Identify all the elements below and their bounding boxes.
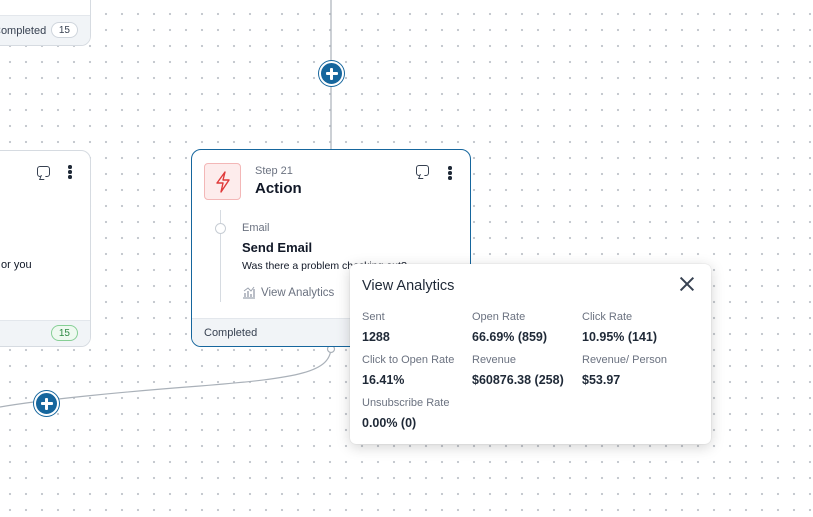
step-title: Action (255, 180, 302, 197)
metric-label-open-rate: Open Rate (472, 311, 526, 323)
popover-title: View Analytics (362, 278, 455, 294)
metric-value-unsubscribe-rate: 0.00% (0) (362, 416, 417, 430)
view-analytics-label: View Analytics (261, 286, 335, 299)
card-status-label: Completed (0, 24, 47, 37)
add-step-button-branch[interactable] (34, 391, 59, 416)
metric-value-click-to-open: 16.41% (362, 373, 405, 387)
metric-label-sent: Sent (362, 311, 385, 323)
workflow-step-card-left[interactable]: or you 15 (0, 150, 91, 347)
close-icon[interactable] (679, 276, 695, 292)
more-options-icon[interactable] (448, 166, 452, 180)
metric-value-open-rate: 66.69% (859) (472, 330, 548, 344)
metric-value-click-rate: 10.95% (141) (582, 330, 658, 344)
metric-label-click-to-open: Click to Open Rate (362, 354, 455, 366)
metric-value-sent: 1288 (362, 330, 390, 344)
timeline-dot (215, 223, 226, 234)
metric-label-unsubscribe-rate: Unsubscribe Rate (362, 397, 450, 409)
card-status-label: Completed (204, 326, 258, 339)
metric-label-revenue: Revenue (472, 354, 517, 366)
step-number-label: Step 21 (255, 165, 293, 177)
count-badge: 15 (50, 22, 78, 38)
email-type-label: Email (242, 222, 270, 234)
more-options-icon[interactable] (68, 165, 72, 179)
metric-label-revenue-per-person: Revenue/ Person (582, 354, 667, 366)
comment-icon[interactable] (416, 165, 429, 176)
action-icon-box (204, 163, 241, 200)
add-step-button[interactable] (319, 61, 344, 86)
view-analytics-link[interactable]: View Analytics (242, 286, 334, 299)
metric-label-click-rate: Click Rate (582, 311, 633, 323)
metric-value-revenue-per-person: $53.97 (582, 373, 621, 387)
metric-value-revenue: $60876.38 (258) (472, 373, 564, 387)
workflow-step-card-top[interactable]: Completed 15 (0, 0, 91, 46)
analytics-chart-icon (243, 286, 255, 299)
card-snippet-text: or you (1, 259, 32, 271)
comment-icon[interactable] (37, 166, 50, 177)
analytics-popover: View Analytics Sent 1288 Open Rate 66.69… (350, 264, 711, 444)
email-name: Send Email (242, 240, 313, 255)
count-badge: 15 (50, 325, 78, 341)
lightning-bolt-icon (215, 170, 230, 193)
